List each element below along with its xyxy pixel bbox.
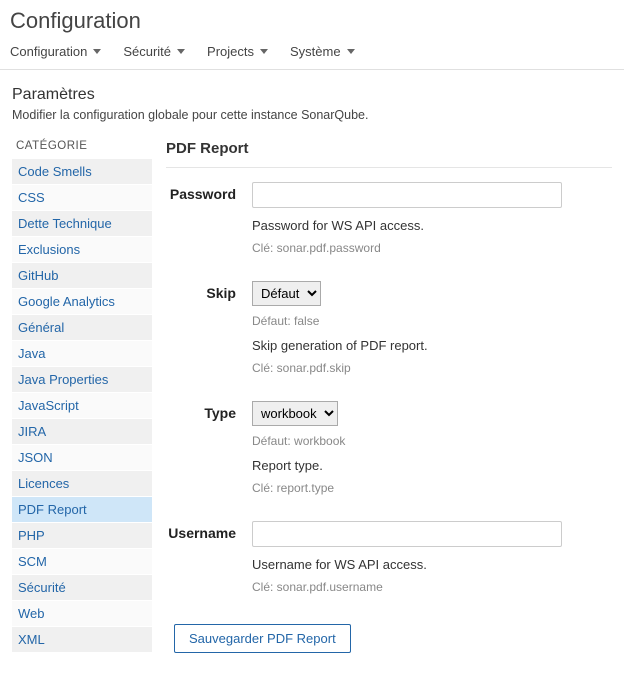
skip-select[interactable]: Défaut	[252, 281, 321, 306]
chevron-down-icon	[260, 49, 268, 54]
sidebar-item[interactable]: Google Analytics	[12, 288, 152, 314]
topnav-item-securite[interactable]: Sécurité	[123, 44, 185, 59]
sidebar-item[interactable]: Web	[12, 600, 152, 626]
sidebar-item[interactable]: CSS	[12, 184, 152, 210]
type-select[interactable]: workbook	[252, 401, 338, 426]
sidebar-item[interactable]: Dette Technique	[12, 210, 152, 236]
sidebar-item[interactable]: PDF Report	[12, 496, 152, 522]
sidebar-item[interactable]: GitHub	[12, 262, 152, 288]
field-body: Défaut Défaut: false Skip generation of …	[244, 281, 612, 375]
field-label: Username	[166, 521, 244, 541]
chevron-down-icon	[177, 49, 185, 54]
sidebar: CATÉGORIE Code SmellsCSSDette TechniqueE…	[12, 134, 152, 653]
topnav-item-configuration[interactable]: Configuration	[10, 44, 101, 59]
field-skip: Skip Défaut Défaut: false Skip generatio…	[166, 281, 612, 375]
sidebar-item[interactable]: JavaScript	[12, 392, 152, 418]
field-default: Défaut: workbook	[252, 434, 612, 448]
subheader-desc: Modifier la configuration globale pour c…	[12, 108, 612, 122]
sidebar-item[interactable]: Général	[12, 314, 152, 340]
chevron-down-icon	[347, 49, 355, 54]
field-label: Password	[166, 182, 244, 202]
sidebar-item[interactable]: PHP	[12, 522, 152, 548]
sidebar-item[interactable]: Java Properties	[12, 366, 152, 392]
field-password: Password Password for WS API access. Clé…	[166, 182, 612, 255]
topnav-label: Système	[290, 44, 341, 59]
password-input[interactable]	[252, 182, 562, 208]
sidebar-item[interactable]: JSON	[12, 444, 152, 470]
sidebar-item[interactable]: Java	[12, 340, 152, 366]
chevron-down-icon	[93, 49, 101, 54]
field-help: Skip generation of PDF report.	[252, 338, 612, 353]
sidebar-list: Code SmellsCSSDette TechniqueExclusionsG…	[12, 158, 152, 652]
field-label: Skip	[166, 281, 244, 301]
sidebar-item[interactable]: JIRA	[12, 418, 152, 444]
field-key: Clé: sonar.pdf.password	[252, 241, 612, 255]
field-help: Username for WS API access.	[252, 557, 612, 572]
page-title: Configuration	[0, 0, 624, 38]
sidebar-item[interactable]: Code Smells	[12, 158, 152, 184]
field-body: workbook Défaut: workbook Report type. C…	[244, 401, 612, 495]
field-body: Password for WS API access. Clé: sonar.p…	[244, 182, 612, 255]
subheader: Paramètres Modifier la configuration glo…	[0, 70, 624, 126]
field-default: Défaut: false	[252, 314, 612, 328]
main: PDF Report Password Password for WS API …	[152, 134, 612, 653]
sidebar-item[interactable]: Licences	[12, 470, 152, 496]
sidebar-item[interactable]: XML	[12, 626, 152, 652]
topnav-label: Configuration	[10, 44, 87, 59]
section-title: PDF Report	[166, 134, 612, 168]
field-body: Username for WS API access. Clé: sonar.p…	[244, 521, 612, 594]
field-username: Username Username for WS API access. Clé…	[166, 521, 612, 594]
field-help: Report type.	[252, 458, 612, 473]
sidebar-item[interactable]: Exclusions	[12, 236, 152, 262]
sidebar-item[interactable]: Sécurité	[12, 574, 152, 600]
topnav-item-systeme[interactable]: Système	[290, 44, 355, 59]
field-help: Password for WS API access.	[252, 218, 612, 233]
field-key: Clé: sonar.pdf.username	[252, 580, 612, 594]
sidebar-title: CATÉGORIE	[12, 134, 152, 158]
topnav-label: Projects	[207, 44, 254, 59]
sidebar-item[interactable]: SCM	[12, 548, 152, 574]
field-type: Type workbook Défaut: workbook Report ty…	[166, 401, 612, 495]
topnav: Configuration Sécurité Projects Système	[0, 38, 624, 70]
field-key: Clé: sonar.pdf.skip	[252, 361, 612, 375]
field-label: Type	[166, 401, 244, 421]
subheader-title: Paramètres	[12, 86, 612, 104]
topnav-item-projects[interactable]: Projects	[207, 44, 268, 59]
save-button[interactable]: Sauvegarder PDF Report	[174, 624, 351, 653]
field-key: Clé: report.type	[252, 481, 612, 495]
topnav-label: Sécurité	[123, 44, 171, 59]
username-input[interactable]	[252, 521, 562, 547]
content: CATÉGORIE Code SmellsCSSDette TechniqueE…	[0, 126, 624, 673]
